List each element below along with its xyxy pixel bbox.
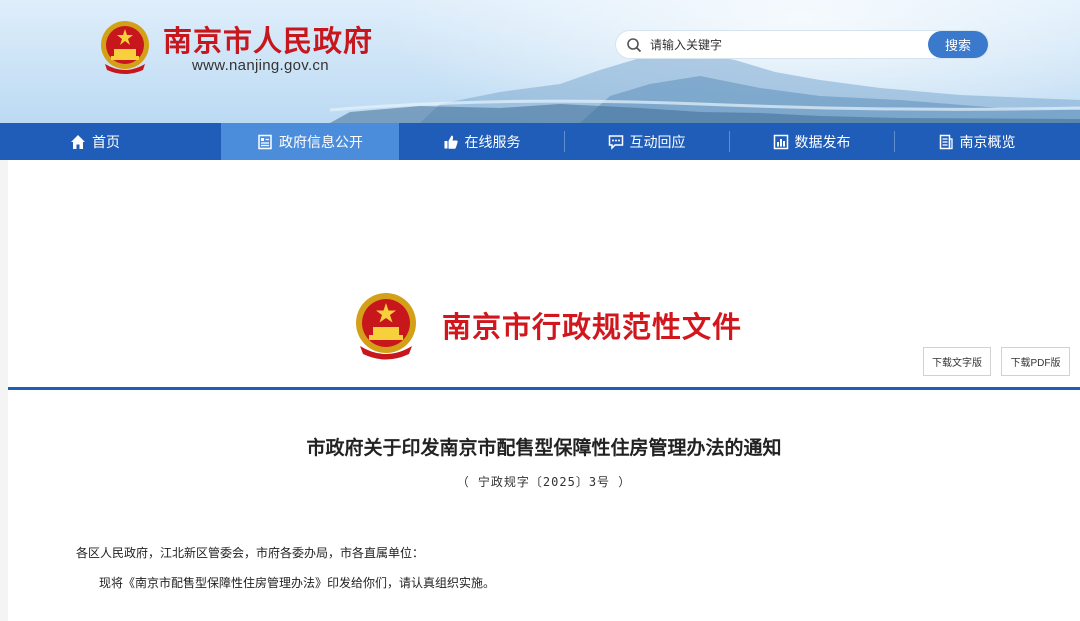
- nav-item-data-release[interactable]: 数据发布: [729, 123, 894, 160]
- document-title: 市政府关于印发南京市配售型保障性住房管理办法的通知: [306, 437, 782, 459]
- thumbs-up-icon: [444, 135, 458, 149]
- divider: [8, 387, 1080, 390]
- nav-separator: [564, 131, 565, 152]
- nav-item-gov-info[interactable]: 政府信息公开: [221, 123, 399, 160]
- nav-item-label: 在线服务: [464, 134, 521, 151]
- nav-item-label: 南京概览: [959, 134, 1016, 151]
- site-header: 南京市人民政府 www.nanjing.gov.cn 搜索: [0, 0, 1080, 123]
- nav-separator: [894, 131, 895, 152]
- search-box: 搜索: [616, 31, 988, 58]
- main-nav: 首页 政府信息公开 在线服务 互动回应 数据发布 南京概览: [0, 123, 1080, 160]
- search-button[interactable]: 搜索: [928, 31, 988, 58]
- nav-separator: [729, 131, 730, 152]
- national-emblem-icon: [356, 293, 416, 360]
- download-word-button[interactable]: 下载文字版: [923, 347, 991, 376]
- nav-item-label: 首页: [92, 134, 120, 151]
- document-panel: 南京市行政规范性文件 下载文字版 下载PDF版 市政府关于印发南京市配售型保障性…: [8, 160, 1080, 621]
- chat-bubble-icon: [608, 134, 623, 150]
- national-emblem-logo: [101, 21, 149, 74]
- document-category-banner: 南京市行政规范性文件: [442, 310, 743, 344]
- nav-item-label: 数据发布: [794, 134, 851, 151]
- document-salutation: 各区人民政府，江北新区管委会，市府各委办局，市各直属单位：: [76, 546, 425, 560]
- site-title[interactable]: 南京市人民政府: [163, 18, 373, 60]
- nav-item-online-service[interactable]: 在线服务: [399, 123, 564, 160]
- document-number: （ 宁政规字〔2025〕3号 ）: [456, 475, 632, 489]
- nav-item-label: 政府信息公开: [279, 134, 363, 151]
- search-icon: [627, 38, 642, 53]
- nav-item-home[interactable]: 首页: [0, 123, 221, 160]
- nav-item-label: 互动回应: [629, 134, 686, 151]
- main-content: 南京市行政规范性文件 下载文字版 下载PDF版 市政府关于印发南京市配售型保障性…: [0, 160, 1080, 621]
- document-body: 现将《南京市配售型保障性住房管理办法》印发给你们，请认真组织实施。: [99, 576, 496, 590]
- nav-item-interaction[interactable]: 互动回应: [564, 123, 729, 160]
- document-list-icon: [258, 134, 272, 149]
- download-pdf-button[interactable]: 下载PDF版: [1001, 347, 1070, 376]
- nav-item-nanjing-overview[interactable]: 南京概览: [894, 123, 1059, 160]
- header-landscape-image: [329, 52, 1080, 123]
- bar-chart-icon: [773, 134, 788, 149]
- site-url: www.nanjing.gov.cn: [192, 57, 329, 74]
- home-icon: [71, 134, 85, 149]
- search-input[interactable]: [650, 35, 920, 54]
- document-icon: [939, 134, 953, 149]
